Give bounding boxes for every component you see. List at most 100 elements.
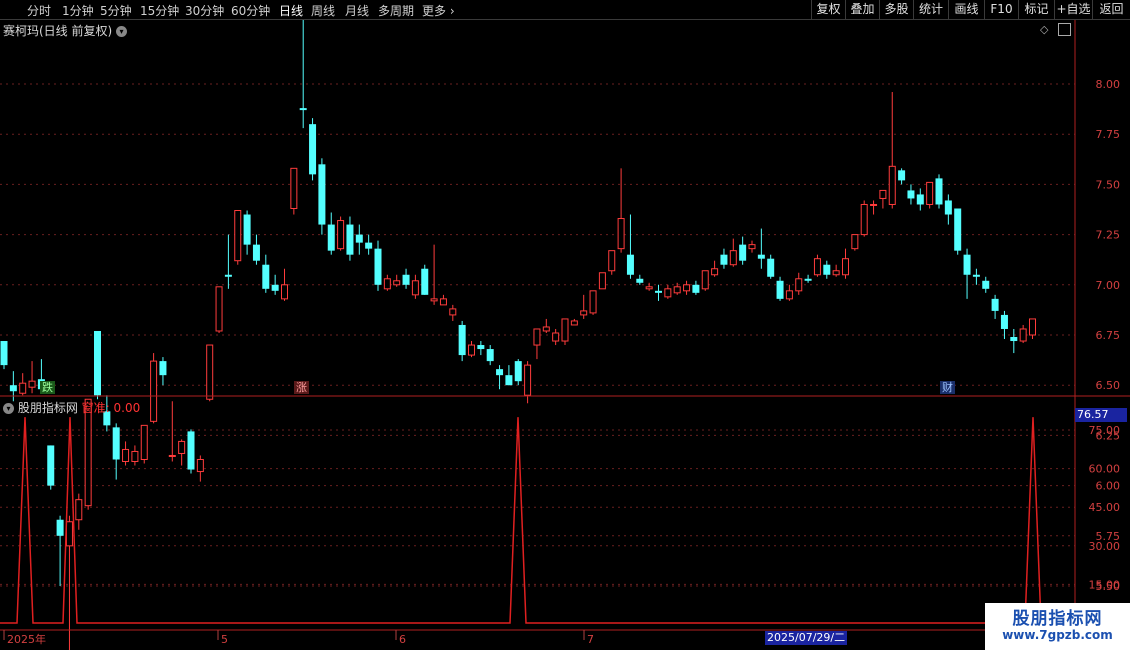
toolbar-action-5[interactable]: F10 <box>984 0 1018 19</box>
candlestick-series <box>0 0 1036 650</box>
date-tick-label: 2025年 <box>7 632 46 646</box>
period-tab-5[interactable]: 60分钟 <box>231 2 270 19</box>
candle <box>888 92 896 209</box>
die-marker[interactable]: 跌 <box>40 381 55 394</box>
candle <box>421 264 429 295</box>
candle <box>281 268 288 301</box>
toolbar-action-1[interactable]: 叠加 <box>845 0 879 19</box>
period-tab-7[interactable]: 周线 <box>311 2 335 19</box>
candle <box>982 276 990 293</box>
candle <box>94 330 101 400</box>
period-tab-4[interactable]: 30分钟 <box>185 2 224 19</box>
chart-canvas[interactable]: 8.007.757.507.257.006.756.506.256.005.75… <box>0 0 1130 650</box>
candle <box>355 224 363 255</box>
candle <box>206 344 214 402</box>
candle <box>430 244 438 305</box>
candle <box>963 248 971 299</box>
chevron-down-icon[interactable]: ▾ <box>3 403 14 414</box>
indicator-line <box>0 417 1075 624</box>
candle <box>832 264 840 277</box>
candle <box>776 276 784 301</box>
candle <box>122 441 130 466</box>
candle <box>683 280 691 295</box>
candle <box>701 270 709 291</box>
candle <box>318 158 326 235</box>
period-tab-10[interactable]: 更多 › <box>422 2 455 19</box>
candle <box>1010 328 1018 354</box>
candle <box>655 284 662 301</box>
date-tick-label: 7 <box>587 633 594 646</box>
candle <box>795 272 803 295</box>
candle <box>243 210 251 255</box>
candle <box>75 493 83 530</box>
candle <box>823 260 831 279</box>
indicator-tick-label: 75.00 <box>1089 424 1121 437</box>
candle <box>458 320 466 362</box>
cai-marker[interactable]: 财 <box>940 381 955 394</box>
candle <box>234 210 242 265</box>
candle <box>785 284 793 301</box>
period-tab-3[interactable]: 15分钟 <box>140 2 179 19</box>
indicator-tick-label: 30.00 <box>1089 540 1121 553</box>
candle <box>954 208 962 255</box>
candle <box>505 365 513 386</box>
candle <box>393 274 401 287</box>
candle <box>813 254 821 277</box>
candle <box>561 318 569 346</box>
candle <box>19 373 27 396</box>
candle <box>411 274 419 299</box>
chart-title: 赛柯玛(日线 前复权) ▾ <box>3 22 128 39</box>
price-tick-label: 6.75 <box>1096 329 1121 342</box>
candle <box>907 184 915 205</box>
price-tick-label: 6.00 <box>1096 480 1121 493</box>
candle <box>496 365 504 390</box>
candle <box>851 234 859 251</box>
price-tick-label: 7.00 <box>1096 279 1121 292</box>
candle <box>926 181 934 209</box>
candle <box>383 274 391 291</box>
zhang-marker[interactable]: 涨 <box>294 381 309 394</box>
indicator-value-label: 窗准: 0.00 <box>81 401 141 415</box>
candle <box>991 294 999 319</box>
period-tab-2[interactable]: 5分钟 <box>100 2 132 19</box>
period-tab-0[interactable]: 分时 <box>27 2 51 19</box>
toolbar-action-6[interactable]: 标记 <box>1018 0 1054 19</box>
candle <box>898 168 906 185</box>
toolbar-action-0[interactable]: 复权 <box>811 0 845 19</box>
toolbar-action-4[interactable]: 画线 <box>948 0 984 19</box>
price-axis-ticks: 8.007.757.507.257.006.756.506.256.005.75… <box>1096 78 1121 593</box>
window-toggle-icon[interactable] <box>1058 23 1071 36</box>
candle <box>860 200 868 237</box>
date-cursor-label: 2025/07/29/二 <box>765 631 848 645</box>
candle <box>617 168 625 253</box>
indicator-last-value: 76.57 <box>1075 408 1127 422</box>
indicator-tick-label: 15.00 <box>1089 578 1121 591</box>
candle <box>131 445 139 466</box>
candle <box>514 359 522 386</box>
diamond-icon[interactable]: ◇ <box>1040 23 1048 36</box>
toolbar-action-2[interactable]: 多股 <box>879 0 913 19</box>
candle <box>402 268 410 289</box>
candle <box>524 361 532 404</box>
period-tab-1[interactable]: 1分钟 <box>62 2 94 19</box>
candle <box>870 200 878 215</box>
period-tab-8[interactable]: 月线 <box>345 2 369 19</box>
candle <box>664 284 672 299</box>
candle <box>570 318 578 326</box>
toolbar-action-3[interactable]: 统计 <box>913 0 948 19</box>
candle <box>552 328 560 346</box>
candle <box>842 248 849 279</box>
toolbar-action-7[interactable]: +自选 <box>1054 0 1092 19</box>
chevron-down-icon[interactable]: ▾ <box>116 26 128 37</box>
candle <box>580 294 588 319</box>
candle <box>1029 318 1036 340</box>
date-tick-label: 6 <box>399 633 406 646</box>
period-tab-9[interactable]: 多周期 <box>378 2 414 19</box>
candle <box>916 188 924 211</box>
candle <box>365 234 373 255</box>
candle <box>290 167 298 215</box>
price-annotations: 8.435.08 <box>307 0 340 9</box>
period-tab-6[interactable]: 日线 <box>279 2 303 19</box>
toolbar-action-8[interactable]: 返回 <box>1092 0 1130 19</box>
indicator-series <box>0 417 1075 624</box>
